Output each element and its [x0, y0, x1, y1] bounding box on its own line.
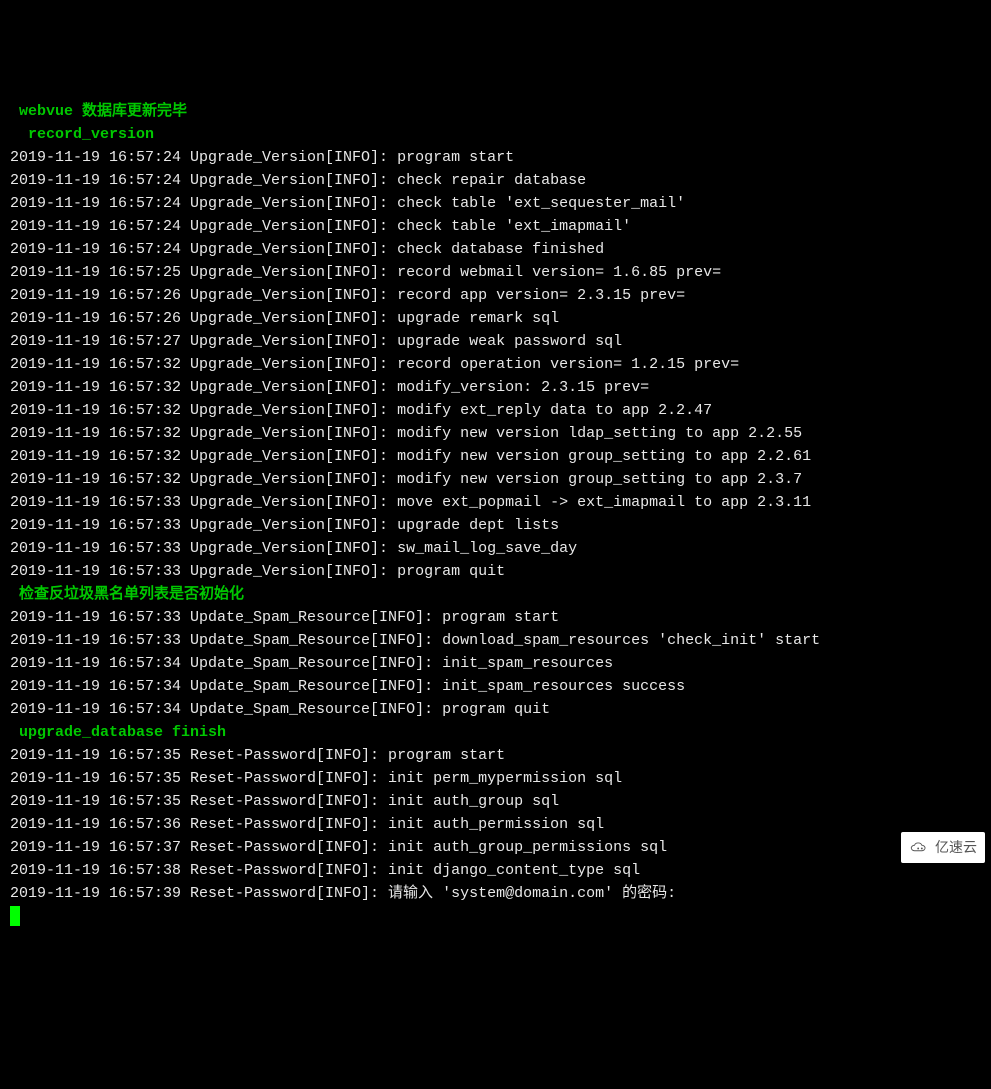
watermark-badge: 亿速云: [901, 832, 985, 863]
log-upgrade-5: 2019-11-19 16:57:25 Upgrade_Version[INFO…: [10, 261, 981, 284]
log-upgrade-18: 2019-11-19 16:57:33 Upgrade_Version[INFO…: [10, 560, 981, 583]
log-upgrade-6: 2019-11-19 16:57:26 Upgrade_Version[INFO…: [10, 284, 981, 307]
log-upgrade-9: 2019-11-19 16:57:32 Upgrade_Version[INFO…: [10, 353, 981, 376]
log-reset-6: 2019-11-19 16:57:39 Reset-Password[INFO]…: [10, 882, 981, 905]
log-spam-3: 2019-11-19 16:57:34 Update_Spam_Resource…: [10, 675, 981, 698]
log-reset-2: 2019-11-19 16:57:35 Reset-Password[INFO]…: [10, 790, 981, 813]
log-reset-3: 2019-11-19 16:57:36 Reset-Password[INFO]…: [10, 813, 981, 836]
log-upgrade-17: 2019-11-19 16:57:33 Upgrade_Version[INFO…: [10, 537, 981, 560]
log-upgrade-1: 2019-11-19 16:57:24 Upgrade_Version[INFO…: [10, 169, 981, 192]
log-upgrade-8: 2019-11-19 16:57:27 Upgrade_Version[INFO…: [10, 330, 981, 353]
cursor-block: [10, 906, 20, 926]
terminal-output[interactable]: webvue 数据库更新完毕 record_version2019-11-19 …: [10, 100, 981, 928]
log-upgrade-7: 2019-11-19 16:57:26 Upgrade_Version[INFO…: [10, 307, 981, 330]
log-upgrade-14: 2019-11-19 16:57:32 Upgrade_Version[INFO…: [10, 468, 981, 491]
log-spam-0: 2019-11-19 16:57:33 Update_Spam_Resource…: [10, 606, 981, 629]
log-upgrade-4: 2019-11-19 16:57:24 Upgrade_Version[INFO…: [10, 238, 981, 261]
log-upgrade-10: 2019-11-19 16:57:32 Upgrade_Version[INFO…: [10, 376, 981, 399]
log-reset-4: 2019-11-19 16:57:37 Reset-Password[INFO]…: [10, 836, 981, 859]
log-reset-0: 2019-11-19 16:57:35 Reset-Password[INFO]…: [10, 744, 981, 767]
log-upgrade-13: 2019-11-19 16:57:32 Upgrade_Version[INFO…: [10, 445, 981, 468]
log-upgrade-2: 2019-11-19 16:57:24 Upgrade_Version[INFO…: [10, 192, 981, 215]
header-upgrade-finish: upgrade_database finish: [10, 721, 981, 744]
header-spam-check: 检查反垃圾黑名单列表是否初始化: [10, 583, 981, 606]
log-spam-1: 2019-11-19 16:57:33 Update_Spam_Resource…: [10, 629, 981, 652]
log-upgrade-15: 2019-11-19 16:57:33 Upgrade_Version[INFO…: [10, 491, 981, 514]
log-upgrade-0: 2019-11-19 16:57:24 Upgrade_Version[INFO…: [10, 146, 981, 169]
header-record-version: record_version: [10, 123, 981, 146]
prompt-line[interactable]: [10, 905, 981, 928]
log-spam-2: 2019-11-19 16:57:34 Update_Spam_Resource…: [10, 652, 981, 675]
log-upgrade-3: 2019-11-19 16:57:24 Upgrade_Version[INFO…: [10, 215, 981, 238]
log-reset-1: 2019-11-19 16:57:35 Reset-Password[INFO]…: [10, 767, 981, 790]
watermark-text: 亿速云: [935, 836, 977, 859]
log-upgrade-12: 2019-11-19 16:57:32 Upgrade_Version[INFO…: [10, 422, 981, 445]
log-upgrade-11: 2019-11-19 16:57:32 Upgrade_Version[INFO…: [10, 399, 981, 422]
header-webvue: webvue 数据库更新完毕: [10, 100, 981, 123]
log-reset-5: 2019-11-19 16:57:38 Reset-Password[INFO]…: [10, 859, 981, 882]
log-spam-4: 2019-11-19 16:57:34 Update_Spam_Resource…: [10, 698, 981, 721]
cloud-icon: [909, 841, 931, 855]
log-upgrade-16: 2019-11-19 16:57:33 Upgrade_Version[INFO…: [10, 514, 981, 537]
